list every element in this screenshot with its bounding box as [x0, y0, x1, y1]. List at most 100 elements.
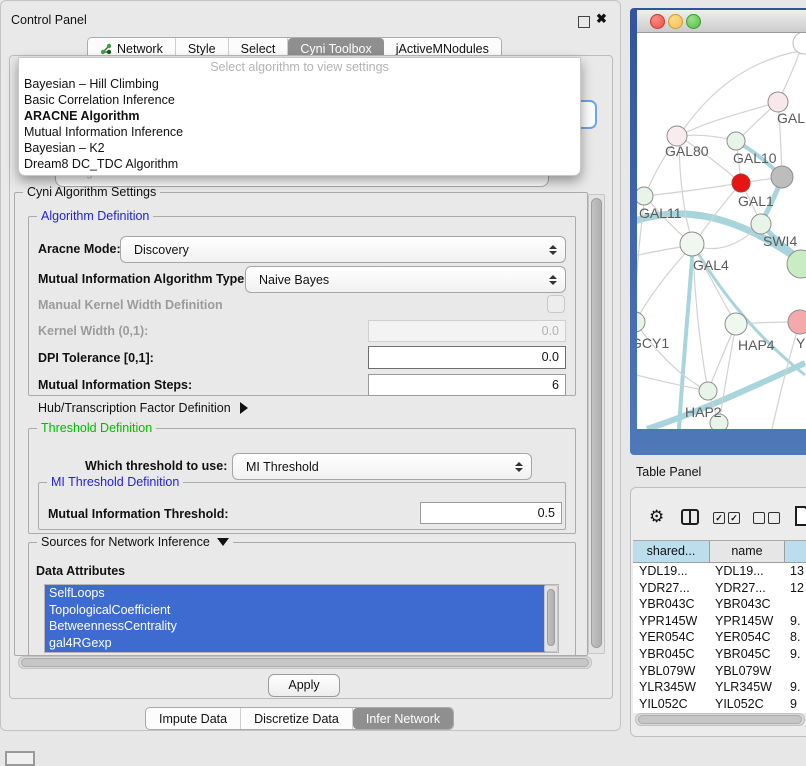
sources-group-title-text: Sources for Network Inference: [41, 535, 210, 549]
unchecked-checkbox-icon[interactable]: [768, 512, 780, 524]
spinner-arrows-icon: [548, 245, 557, 255]
algorithm-option-bayesian-hill[interactable]: Bayesian – Hill Climbing: [19, 76, 580, 92]
node-label-gal4: GAL4: [693, 257, 729, 273]
mi-type-combobox[interactable]: Naive Bayes: [245, 266, 566, 293]
table-panel-window: ⚙ ✓ ✓ shared... name YDL19... YDL19... 1…: [630, 487, 806, 737]
node-label-hap2: HAP2: [685, 404, 722, 420]
node-label-gal10: GAL10: [733, 150, 777, 166]
node-label-gcy1: GCY1: [637, 335, 669, 351]
mac-close-button[interactable]: [650, 14, 665, 29]
node-gal4[interactable]: [680, 232, 704, 256]
column-header-shared[interactable]: shared...: [633, 541, 710, 562]
node-label-gal: GAL: [777, 110, 805, 126]
table-horizontal-scrollbar[interactable]: [635, 713, 805, 726]
node-hap4[interactable]: [725, 313, 747, 335]
node-label-gal1: GAL1: [738, 193, 774, 209]
checked-checkbox-icon[interactable]: ✓: [713, 512, 725, 524]
algorithm-option-mutual-information[interactable]: Mutual Information Inference: [19, 124, 580, 140]
node-gal1[interactable]: [732, 174, 750, 192]
tab-impute-data[interactable]: Impute Data: [146, 708, 241, 729]
algorithm-dropdown-popup: Select algorithm to view settings Bayesi…: [18, 57, 581, 176]
document-icon[interactable]: [794, 506, 806, 526]
node-gray[interactable]: [771, 166, 793, 188]
table-row[interactable]: YDR27... YDR27... 12: [633, 580, 806, 597]
table-row[interactable]: YPR145W YPR145W 9.: [633, 613, 806, 630]
tab-infer-network[interactable]: Infer Network: [353, 708, 453, 729]
algorithm-option-bayesian-k2[interactable]: Bayesian – K2: [19, 140, 580, 156]
algorithm-option-dream8[interactable]: Dream8 DC_TDC Algorithm: [19, 156, 580, 172]
list-item-gal4rgexp[interactable]: gal4RGexp: [45, 635, 548, 652]
settings-vertical-scrollbar[interactable]: [588, 194, 605, 654]
node-swi4[interactable]: [751, 214, 771, 234]
mi-steps-field[interactable]: 6: [368, 374, 566, 396]
tab-discretize-data[interactable]: Discretize Data: [241, 708, 353, 729]
list-item-topologicalcoefficient[interactable]: TopologicalCoefficient: [45, 602, 548, 619]
hub-definition-expander[interactable]: Hub/Transcription Factor Definition: [38, 401, 248, 415]
table-row[interactable]: YER054C YER054C 8.: [633, 629, 806, 646]
list-item-selfloops[interactable]: SelfLoops: [45, 585, 548, 602]
algorithm-option-basic-correlation[interactable]: Basic Correlation Inference: [19, 92, 580, 108]
hub-definition-label: Hub/Transcription Factor Definition: [38, 401, 231, 415]
unchecked-checkbox-icon[interactable]: [753, 512, 765, 524]
table-row[interactable]: YIL052C YIL052C 9: [633, 696, 806, 713]
network-tab-icon: [100, 43, 112, 55]
network-view-window: GAL GAL80 GAL10 GAL1 GAL11 SWI4 GAL4 GCY…: [630, 8, 806, 455]
mi-type-value: Naive Bayes: [246, 273, 548, 287]
close-icon[interactable]: ✖: [596, 11, 607, 27]
which-threshold-value: MI Threshold: [233, 460, 514, 474]
mac-zoom-button[interactable]: [686, 14, 701, 29]
gear-icon[interactable]: ⚙: [649, 508, 664, 525]
kernel-width-field[interactable]: 0.0: [368, 320, 566, 342]
sources-group-title: Sources for Network Inference: [37, 535, 233, 549]
node-hap2[interactable]: [699, 382, 717, 400]
checked-checkbox-icon[interactable]: ✓: [728, 512, 740, 524]
table-row[interactable]: YLR345W YLR345W 9.: [633, 679, 806, 696]
expand-arrow-icon: [240, 402, 248, 414]
table-row[interactable]: YBR045C YBR045C 9.: [633, 646, 806, 663]
aracne-mode-label: Aracne Mode:: [38, 242, 121, 256]
node-gcy1[interactable]: [637, 312, 645, 332]
threshold-definition-title: Threshold Definition: [37, 421, 156, 435]
mi-type-label: Mutual Information Algorithm Type:: [38, 272, 248, 286]
aracne-mode-combobox[interactable]: Discovery: [120, 236, 566, 263]
mac-minimize-button[interactable]: [668, 14, 683, 29]
node-label-y: Y: [796, 335, 805, 351]
node-salmon[interactable]: [788, 310, 806, 334]
collapse-arrow-icon[interactable]: [217, 538, 229, 546]
aracne-mode-value: Discovery: [121, 243, 548, 257]
mi-steps-label: Mutual Information Steps:: [38, 378, 192, 392]
split-columns-icon[interactable]: [681, 509, 699, 525]
spinner-arrows-icon: [548, 275, 557, 285]
settings-horizontal-scrollbar[interactable]: [18, 656, 592, 669]
mi-threshold-field[interactable]: 0.5: [420, 502, 562, 524]
node-label-hap4: HAP4: [738, 337, 775, 353]
network-window-titlebar[interactable]: [637, 10, 806, 33]
manual-kernel-checkbox[interactable]: [547, 295, 565, 313]
table-row[interactable]: YBR043C YBR043C: [633, 596, 806, 613]
list-item-betweennesscentrality[interactable]: BetweennessCentrality: [45, 618, 548, 635]
which-threshold-combobox[interactable]: MI Threshold: [232, 453, 532, 480]
algorithm-option-aracne[interactable]: ARACNE Algorithm: [19, 108, 580, 124]
control-panel-title: Control Panel: [11, 13, 87, 27]
node-attribute-table: shared... name YDL19... YDL19... 13 YDR2…: [633, 540, 806, 713]
column-header-name[interactable]: name: [710, 541, 785, 562]
node-gal11[interactable]: [637, 187, 653, 205]
table-panel-title: Table Panel: [636, 465, 701, 479]
table-header-row: shared... name: [633, 541, 806, 563]
table-row[interactable]: YBL079W YBL079W: [633, 663, 806, 680]
node-gal10[interactable]: [727, 132, 745, 150]
data-attributes-label: Data Attributes: [36, 564, 125, 578]
algorithm-definition-title: Algorithm Definition: [37, 209, 153, 223]
node-unlabeled-top[interactable]: [793, 33, 806, 54]
dpi-tolerance-field[interactable]: 0.0: [368, 346, 566, 369]
kernel-width-label: Kernel Width (0,1):: [38, 324, 148, 338]
apply-button[interactable]: Apply: [268, 674, 340, 697]
list-vertical-scrollbar[interactable]: [544, 585, 558, 652]
minimized-panel-icon[interactable]: [5, 751, 35, 766]
network-canvas[interactable]: GAL GAL80 GAL10 GAL1 GAL11 SWI4 GAL4 GCY…: [637, 33, 806, 429]
column-header-partial[interactable]: [785, 541, 806, 562]
table-row[interactable]: YDL19... YDL19... 13: [633, 563, 806, 580]
node-gal-pink[interactable]: [768, 92, 788, 112]
node-label-gal11: GAL11: [639, 205, 682, 221]
float-window-icon[interactable]: [578, 16, 590, 28]
